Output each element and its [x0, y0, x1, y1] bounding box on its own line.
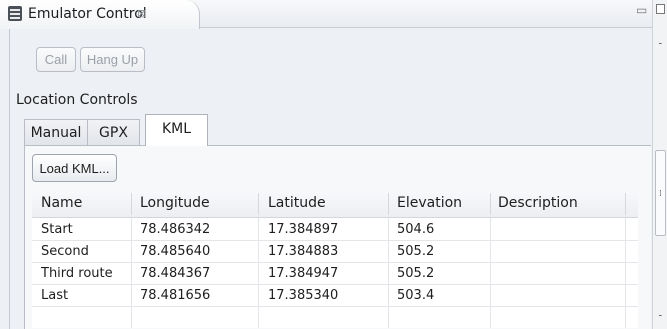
column-grid-line — [258, 218, 259, 328]
cell-elevation: 505.2 — [397, 266, 435, 281]
column-header-name[interactable]: Name — [41, 195, 82, 211]
content-left-border — [9, 29, 10, 329]
emulator-view-icon — [8, 6, 22, 21]
table-row[interactable]: Second 78.485640 17.384883 505.2 — [32, 241, 638, 263]
column-grid-line — [625, 218, 626, 328]
close-icon[interactable]: ⊠ — [137, 7, 146, 20]
column-grid-line — [131, 218, 132, 328]
view-tab-bar: Emulator Control ⊠ ▭ — [0, 0, 652, 29]
cell-longitude: 78.486342 — [140, 222, 211, 237]
tab-gpx[interactable]: GPX — [87, 119, 140, 145]
tab-kml[interactable]: KML — [145, 114, 208, 146]
table-row[interactable]: Start 78.486342 17.384897 504.6 — [32, 219, 638, 241]
tab-manual[interactable]: Manual — [24, 119, 88, 145]
emulator-control-tab[interactable]: Emulator Control ⊠ — [0, 0, 200, 29]
cell-name: Start — [41, 222, 73, 237]
column-divider[interactable] — [625, 193, 626, 215]
column-grid-line — [388, 218, 389, 328]
cell-longitude: 78.485640 — [140, 244, 211, 259]
cell-latitude: 17.384897 — [268, 222, 339, 237]
location-controls-label: Location Controls — [16, 92, 138, 108]
cell-elevation: 504.6 — [397, 222, 435, 237]
column-grid-line — [490, 218, 491, 328]
call-button[interactable]: Call — [36, 47, 76, 72]
cell-latitude: 17.385340 — [268, 288, 339, 303]
cell-elevation: 505.2 — [397, 244, 435, 259]
minimize-icon[interactable]: ▭ — [636, 3, 647, 17]
view-title: Emulator Control — [28, 6, 147, 22]
column-divider[interactable] — [490, 193, 491, 215]
cell-longitude: 78.484367 — [140, 266, 211, 281]
cell-longitude: 78.481656 — [140, 288, 211, 303]
cell-latitude: 17.384947 — [268, 266, 339, 281]
cell-elevation: 503.4 — [397, 288, 435, 303]
right-side-rail: ⁃ ⁞ ⁃ — [652, 0, 667, 329]
column-header-description[interactable]: Description — [498, 195, 578, 211]
cell-name: Last — [41, 288, 69, 303]
column-divider[interactable] — [388, 193, 389, 215]
sash-handle-icon: ⁞ — [659, 189, 662, 199]
table-row[interactable]: Last 78.481656 17.385340 503.4 — [32, 285, 638, 307]
column-divider[interactable] — [258, 193, 259, 215]
sash-handle[interactable]: ⁞ — [655, 150, 666, 236]
column-divider[interactable] — [131, 193, 132, 215]
hang-up-button[interactable]: Hang Up — [80, 47, 145, 72]
load-kml-button[interactable]: Load KML... — [32, 154, 117, 182]
table-row[interactable]: Third route 78.484367 17.384947 505.2 — [32, 263, 638, 285]
maximize-icon[interactable] — [656, 4, 665, 14]
cell-name: Third route — [41, 266, 113, 281]
column-header-elevation[interactable]: Elevation — [397, 195, 462, 211]
kml-points-table: Name Longitude Latitude Elevation Descri… — [32, 190, 638, 328]
cell-latitude: 17.384883 — [268, 244, 339, 259]
column-header-longitude[interactable]: Longitude — [140, 195, 210, 211]
scroll-down-icon[interactable]: ⁃ — [658, 312, 663, 322]
table-header: Name Longitude Latitude Elevation Descri… — [32, 190, 638, 218]
scroll-up-icon[interactable]: ⁃ — [658, 40, 663, 50]
column-header-latitude[interactable]: Latitude — [268, 195, 326, 211]
cell-name: Second — [41, 244, 89, 259]
